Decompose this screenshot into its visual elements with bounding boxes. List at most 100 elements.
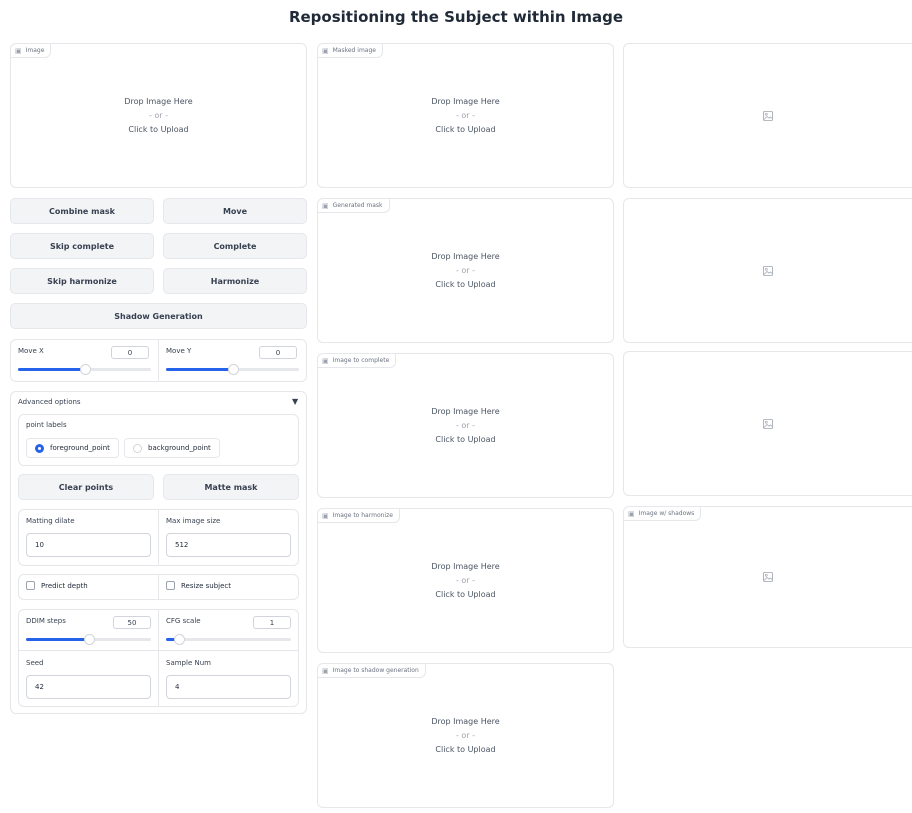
image-icon: ▣: [628, 509, 635, 518]
move-button[interactable]: Move: [163, 198, 307, 224]
ddim-steps-label: DDIM steps: [26, 617, 66, 625]
ddim-steps-thumb[interactable]: [83, 634, 95, 645]
max-image-size-label: Max image size: [166, 517, 221, 525]
drop-or: - or -: [455, 420, 476, 430]
output-image-3: [623, 351, 912, 496]
resize-subject-checkbox[interactable]: Resize subject: [166, 581, 231, 590]
drop-zone[interactable]: Drop Image Here - or - Click to Upload: [318, 95, 613, 137]
ddim-steps-slider[interactable]: [26, 634, 151, 645]
image-icon: ▣: [322, 201, 329, 210]
image-to-harmonize-label: Image to harmonize: [332, 511, 393, 519]
drop-zone[interactable]: Drop Image Here - or - Click to Upload: [318, 715, 613, 757]
cfg-scale-slider[interactable]: [166, 634, 291, 645]
background-point-radio[interactable]: background_point: [124, 438, 220, 458]
radio-unselected-icon: [133, 443, 142, 453]
generated-mask-label: Generated mask: [332, 201, 383, 209]
cfg-scale-thumb[interactable]: [173, 634, 185, 645]
divider: [158, 575, 159, 599]
drop-text: Drop Image Here: [431, 96, 500, 106]
checkbox-icon[interactable]: [166, 581, 175, 590]
divider: [158, 510, 159, 565]
max-image-size-input[interactable]: 512: [166, 533, 291, 557]
image-placeholder-icon: [763, 572, 773, 582]
drop-text: Drop Image Here: [431, 716, 500, 726]
click-upload: Click to Upload: [435, 434, 496, 444]
image-label: Image: [25, 46, 45, 54]
skip-harmonize-button[interactable]: Skip harmonize: [10, 268, 154, 294]
masked-image-upload[interactable]: ▣ Masked image Drop Image Here - or - Click…: [317, 43, 614, 188]
image-icon: ▣: [322, 46, 329, 55]
image-with-shadows-output: ▣ Image w/ shadows: [623, 506, 912, 648]
output-image-2: [623, 198, 912, 343]
image-to-complete-label: Image to complete: [332, 356, 390, 364]
predict-depth-checkbox[interactable]: Predict depth: [26, 581, 88, 590]
drop-or: - or -: [455, 730, 476, 740]
image-to-harmonize-upload[interactable]: ▣ Image to harmonize Drop Image Here - or …: [317, 508, 614, 653]
click-upload: Click to Upload: [435, 589, 496, 599]
sample-num-input[interactable]: 4: [166, 675, 291, 699]
click-upload: Click to Upload: [435, 744, 496, 754]
ddim-steps-fill: [26, 638, 89, 641]
point-labels-label: point labels: [26, 421, 67, 429]
move-x-value[interactable]: 0: [111, 346, 149, 359]
move-x-label: Move X: [18, 347, 44, 355]
image-to-shadow-generation-upload[interactable]: ▣ Image to shadow generation Drop Image H…: [317, 663, 614, 808]
matting-dilate-input[interactable]: 10: [26, 533, 151, 557]
move-y-slider[interactable]: [166, 364, 299, 375]
cfg-scale-value[interactable]: 1: [253, 616, 291, 629]
image-upload[interactable]: ▣ Image Drop Image Here - or - Click to U…: [10, 43, 307, 188]
advanced-options-title[interactable]: Advanced options: [18, 398, 81, 406]
image-to-complete-upload[interactable]: ▣ Image to complete Drop Image Here - or -…: [317, 353, 614, 498]
click-upload: Click to Upload: [128, 124, 189, 134]
image-with-shadows-label: Image w/ shadows: [638, 509, 695, 517]
drop-text: Drop Image Here: [431, 406, 500, 416]
drop-text: Drop Image Here: [431, 251, 500, 261]
clear-points-button[interactable]: Clear points: [18, 474, 154, 500]
move-y-thumb[interactable]: [227, 364, 239, 375]
drop-text: Drop Image Here: [124, 96, 193, 106]
cfg-scale-label: CFG scale: [166, 617, 201, 625]
masked-image-label: Masked image: [332, 46, 376, 54]
divider: [158, 340, 159, 381]
image-placeholder-icon: [763, 418, 773, 429]
radio-label: background_point: [148, 444, 211, 452]
drop-or: - or -: [455, 265, 476, 275]
checkbox-icon[interactable]: [26, 581, 35, 590]
drop-text: Drop Image Here: [431, 561, 500, 571]
seed-input[interactable]: 42: [26, 675, 151, 699]
generated-mask-upload[interactable]: ▣ Generated mask Drop Image Here - or - Cli…: [317, 198, 614, 343]
image-icon: ▣: [15, 46, 22, 55]
image-placeholder-icon: [763, 110, 773, 121]
divider: [19, 650, 298, 651]
drop-zone[interactable]: Drop Image Here - or - Click to Upload: [318, 560, 613, 602]
drop-or: - or -: [455, 575, 476, 585]
drop-zone[interactable]: Drop Image Here - or - Click to Upload: [318, 250, 613, 292]
image-icon: ▣: [322, 356, 329, 365]
foreground-point-radio[interactable]: foreground_point: [26, 438, 119, 458]
skip-complete-button[interactable]: Skip complete: [10, 233, 154, 259]
drop-or: - or -: [148, 110, 169, 120]
image-placeholder-icon: [763, 265, 773, 276]
complete-button[interactable]: Complete: [163, 233, 307, 259]
shadow-generation-button[interactable]: Shadow Generation: [10, 303, 307, 329]
matting-dilate-label: Matting dilate: [26, 517, 75, 525]
radio-label: foreground_point: [50, 444, 110, 452]
advanced-toggle-icon[interactable]: ▼: [292, 397, 298, 406]
click-upload: Click to Upload: [435, 124, 496, 134]
move-y-fill: [166, 368, 233, 371]
drop-or: - or -: [455, 110, 476, 120]
matte-mask-button[interactable]: Matte mask: [163, 474, 299, 500]
move-x-slider[interactable]: [18, 364, 151, 375]
sample-num-label: Sample Num: [166, 659, 211, 667]
page-title: Repositioning the Subject within Image: [288, 8, 624, 26]
combine-mask-button[interactable]: Combine mask: [10, 198, 154, 224]
drop-zone[interactable]: Drop Image Here - or - Click to Upload: [318, 405, 613, 447]
move-x-thumb[interactable]: [79, 364, 91, 375]
harmonize-button[interactable]: Harmonize: [163, 268, 307, 294]
ddim-steps-value[interactable]: 50: [113, 616, 151, 629]
radio-selected-icon: [35, 443, 44, 453]
image-icon: ▣: [322, 666, 329, 675]
divider: [158, 610, 159, 706]
drop-zone[interactable]: Drop Image Here - or - Click to Upload: [11, 95, 306, 137]
move-y-value[interactable]: 0: [259, 346, 297, 359]
